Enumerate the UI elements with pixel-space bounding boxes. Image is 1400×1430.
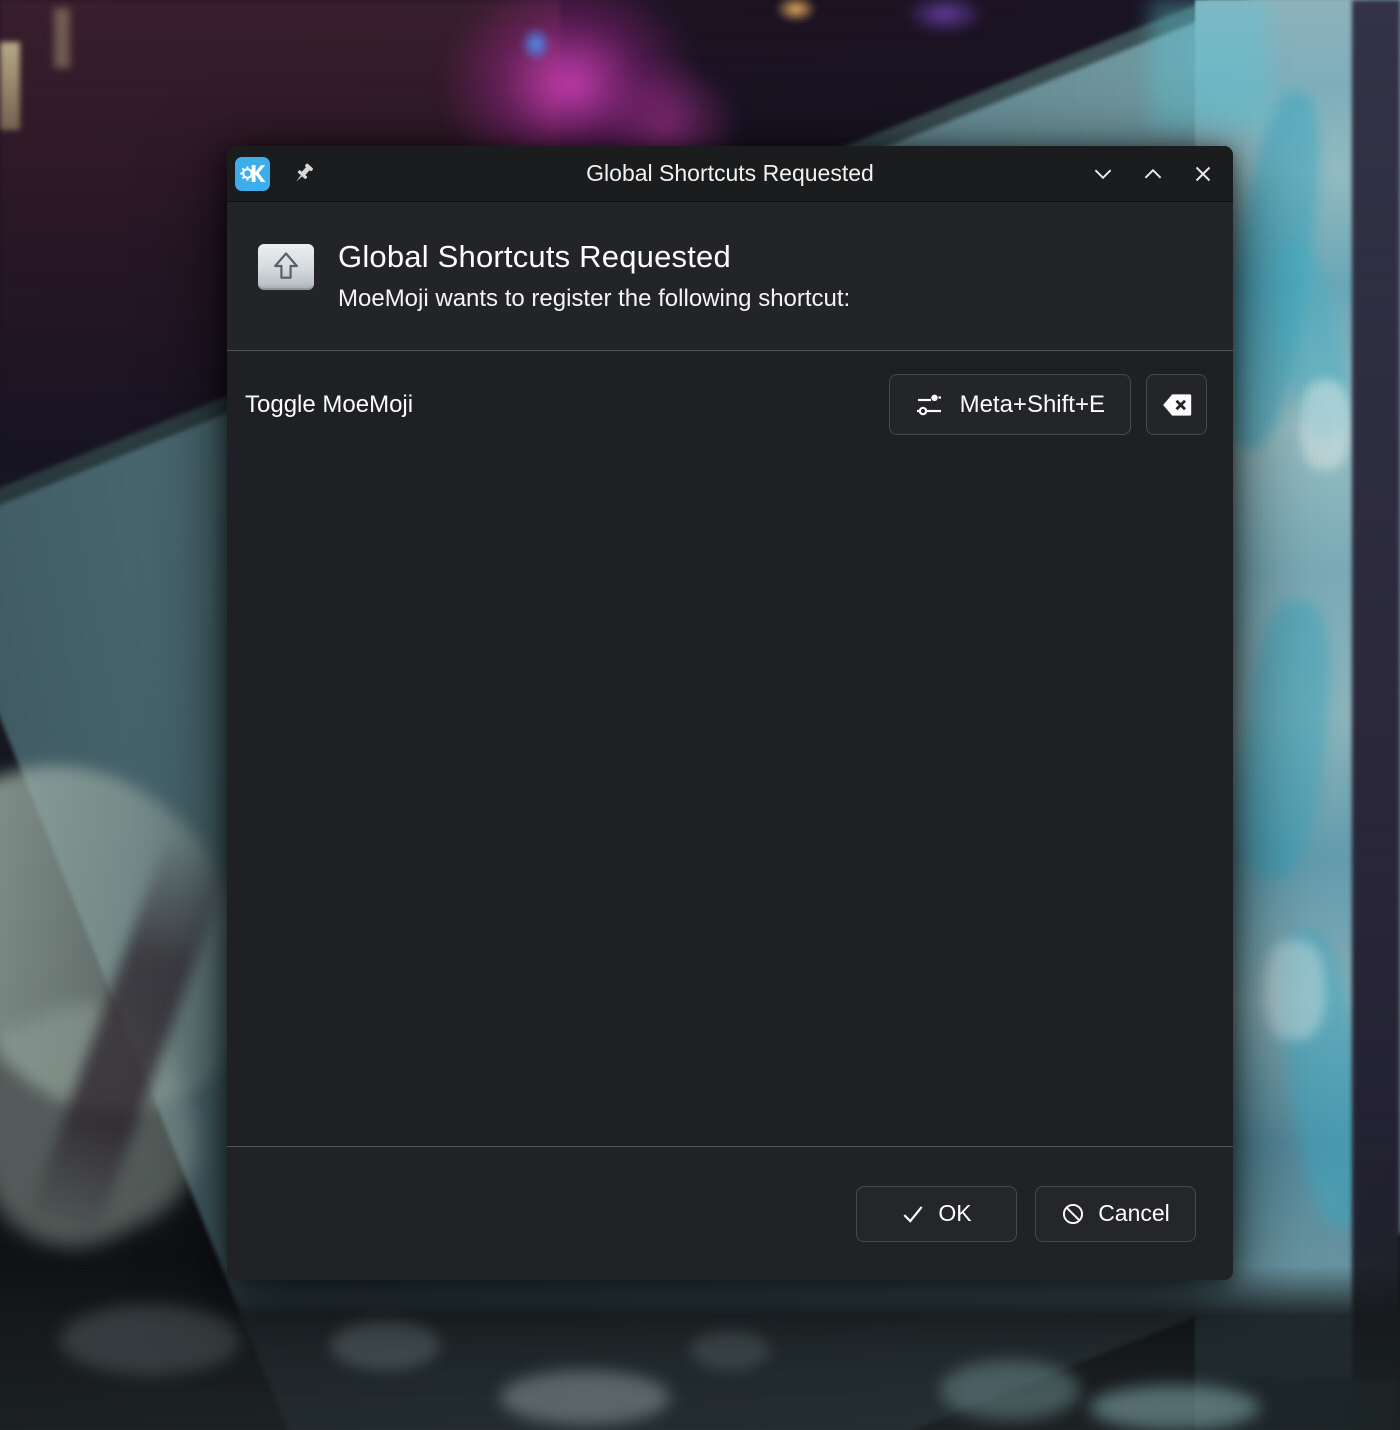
check-icon [901, 1202, 925, 1226]
dialog-header: Global Shortcuts Requested MoeMoji wants… [227, 202, 1233, 351]
shortcut-key-label: Meta+Shift+E [960, 391, 1105, 419]
minimize-button[interactable] [1090, 161, 1116, 187]
clear-shortcut-button[interactable] [1146, 374, 1207, 435]
header-subtitle: MoeMoji wants to register the following … [338, 284, 850, 314]
dialog-content: Toggle MoeMoji Meta+Shift+E [227, 351, 1233, 1146]
close-button[interactable] [1190, 161, 1216, 187]
ok-button-label: OK [938, 1200, 971, 1227]
header-title: Global Shortcuts Requested [338, 238, 850, 275]
global-shortcuts-dialog: Global Shortcuts Requested [227, 146, 1233, 1280]
prohibition-icon [1061, 1202, 1085, 1226]
shortcut-row: Toggle MoeMoji Meta+Shift+E [245, 374, 1207, 435]
cancel-button-label: Cancel [1098, 1200, 1170, 1227]
sliders-icon [915, 391, 943, 419]
chevron-down-icon [1090, 161, 1116, 187]
cancel-button[interactable]: Cancel [1035, 1186, 1196, 1242]
window-title: Global Shortcuts Requested [227, 160, 1233, 187]
dialog-footer: OK Cancel [227, 1146, 1233, 1280]
close-icon [1190, 161, 1216, 187]
kde-logo-icon[interactable] [235, 157, 270, 191]
maximize-button[interactable] [1140, 161, 1166, 187]
chevron-up-icon [1140, 161, 1166, 187]
shift-key-icon [258, 244, 314, 290]
shortcut-key-button[interactable]: Meta+Shift+E [889, 374, 1131, 435]
pin-button[interactable] [290, 161, 316, 187]
ok-button[interactable]: OK [856, 1186, 1017, 1242]
pin-icon [290, 161, 316, 187]
titlebar[interactable]: Global Shortcuts Requested [227, 146, 1233, 202]
backspace-icon [1161, 392, 1193, 418]
shortcut-action-label: Toggle MoeMoji [245, 391, 413, 419]
